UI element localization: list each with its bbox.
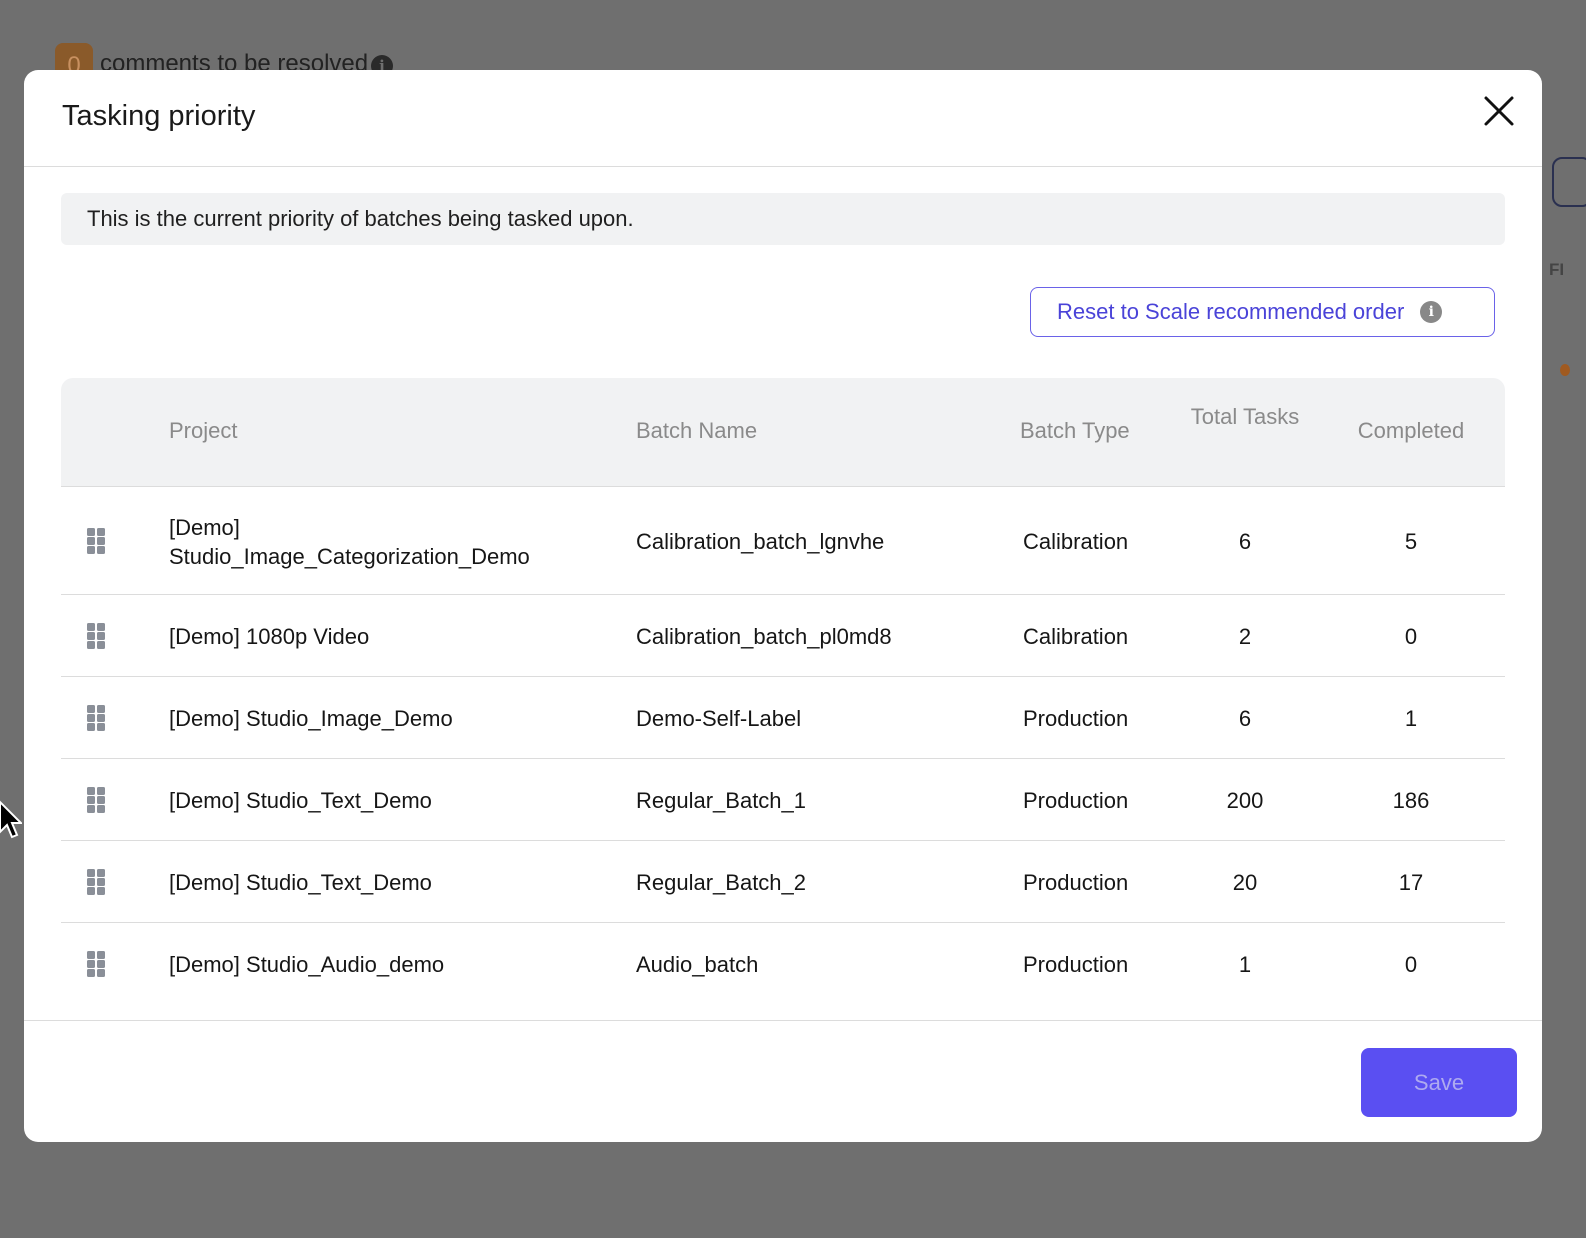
- cell-batch-type: Calibration: [1023, 528, 1129, 554]
- cell-project: [Demo] 1080p Video: [169, 623, 370, 649]
- table-row[interactable]: [Demo] Studio_Text_Demo Regular_Batch_2 Pr…: [61, 841, 1505, 923]
- cell-batch-type: Production: [1023, 787, 1129, 813]
- cell-total-tasks: 1: [1238, 951, 1252, 977]
- info-icon[interactable]: i: [1420, 301, 1443, 323]
- drag-handle-icon[interactable]: [85, 950, 107, 978]
- modal-title: Tasking priority: [62, 100, 256, 132]
- info-banner: This is the current priority of batches …: [61, 193, 1505, 245]
- column-header-project: Project: [169, 418, 238, 443]
- cell-total-tasks: 2: [1238, 623, 1252, 649]
- column-header-batch-type: Batch Type: [1020, 418, 1130, 443]
- cell-project: [Demo] Studio_Audio_demo: [169, 951, 445, 977]
- background-button: [1552, 157, 1586, 207]
- cell-completed: 0: [1404, 623, 1418, 649]
- cell-total-tasks: 200: [1226, 787, 1264, 813]
- modal-header: Tasking priority: [24, 70, 1542, 167]
- cell-batch-name: Calibration_batch_lgnvhe: [636, 528, 885, 554]
- column-header-completed: Completed: [1357, 418, 1465, 443]
- drag-handle-icon[interactable]: [85, 786, 107, 814]
- cell-batch-name: Audio_batch: [636, 951, 759, 977]
- table-header: Project Batch Name Batch Type Total Task…: [61, 378, 1505, 487]
- cell-batch-type: Production: [1023, 869, 1129, 895]
- cell-total-tasks: 6: [1238, 528, 1252, 554]
- cell-batch-name: Demo-Self-Label: [636, 705, 802, 731]
- cell-batch-name: Regular_Batch_2: [636, 869, 807, 895]
- cell-project: [Demo] Studio_Text_Demo: [169, 787, 432, 813]
- table-row[interactable]: [Demo] Studio_Image_Demo Demo-Self-Label P…: [61, 677, 1505, 759]
- drag-handle-icon[interactable]: [85, 868, 107, 896]
- table-row[interactable]: [Demo] Studio_Text_Demo Regular_Batch_1 Pr…: [61, 759, 1505, 841]
- cell-batch-type: Production: [1023, 705, 1129, 731]
- cell-batch-name: Regular_Batch_1: [636, 787, 807, 813]
- priority-table: Project Batch Name Batch Type Total Task…: [61, 378, 1505, 1005]
- cell-completed: 186: [1392, 787, 1430, 813]
- cell-project: [Demo] Studio_Image_Demo: [169, 705, 453, 731]
- cell-batch-type: Production: [1023, 951, 1129, 977]
- background-partial-text: FI: [1549, 260, 1565, 279]
- cell-project: [Demo] Studio_Text_Demo: [169, 869, 432, 895]
- modal-footer: Save: [24, 1020, 1542, 1142]
- tasking-priority-modal: Tasking priority This is the current pri…: [24, 70, 1542, 1142]
- column-header-batch-name: Batch Name: [636, 418, 758, 443]
- table-row[interactable]: [Demo] Studio_Audio_demo Audio_batch Produ…: [61, 923, 1505, 1005]
- drag-handle-icon[interactable]: [85, 622, 107, 650]
- cell-completed: 5: [1404, 528, 1418, 554]
- table-body: [Demo] Studio_Image_Categorization_Demo C…: [61, 487, 1505, 1005]
- drag-handle-icon[interactable]: [85, 704, 107, 732]
- cell-project: [Demo] Studio_Image_Categorization_Demo: [169, 514, 530, 569]
- cell-total-tasks: 6: [1238, 705, 1252, 731]
- cell-batch-name: Calibration_batch_pl0md8: [636, 623, 892, 649]
- mouse-cursor-icon: [0, 800, 22, 839]
- cell-batch-type: Calibration: [1023, 623, 1129, 649]
- cell-total-tasks: 20: [1232, 869, 1258, 895]
- table-row[interactable]: [Demo] 1080p Video Calibration_batch_pl0m…: [61, 595, 1505, 677]
- save-button[interactable]: Save: [1361, 1048, 1517, 1117]
- cell-completed: 17: [1398, 869, 1424, 895]
- cell-completed: 0: [1404, 951, 1418, 977]
- close-icon[interactable]: [1480, 92, 1518, 130]
- drag-handle-icon[interactable]: [85, 527, 107, 555]
- table-row[interactable]: [Demo] Studio_Image_Categorization_Demo C…: [61, 487, 1505, 595]
- status-dot: [1560, 364, 1570, 376]
- column-header-total-tasks: Total Tasks: [1190, 404, 1300, 429]
- reset-order-button[interactable]: Reset to Scale recommended order i: [1030, 287, 1495, 337]
- reset-order-label: Reset to Scale recommended order: [1057, 299, 1405, 324]
- cell-completed: 1: [1404, 705, 1418, 731]
